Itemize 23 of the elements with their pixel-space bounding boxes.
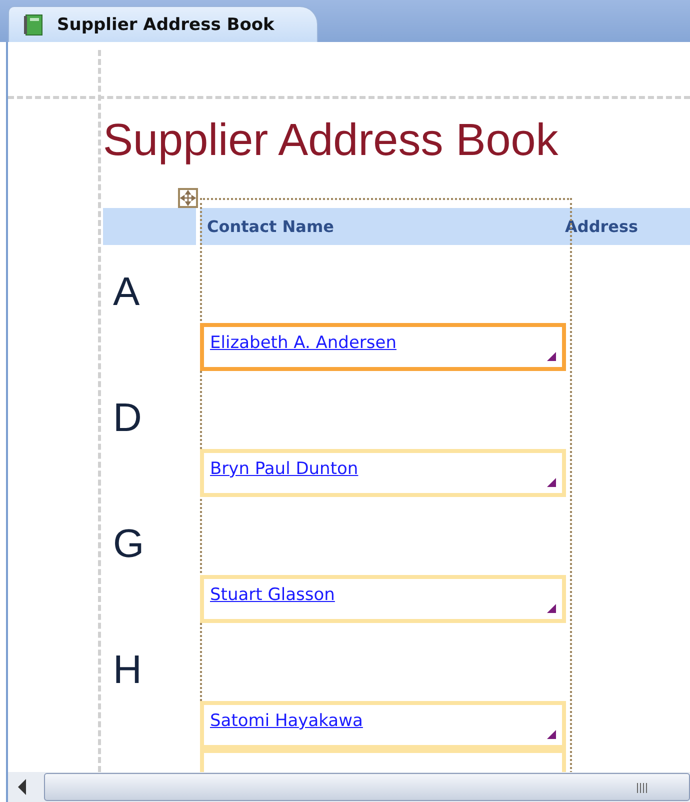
contact-field[interactable]: Elizabeth A. Andersen: [200, 323, 566, 371]
contact-link[interactable]: Elizabeth A. Andersen: [210, 333, 396, 353]
group-letter: D: [113, 396, 142, 440]
contact-field[interactable]: Stuart Glasson: [200, 575, 566, 623]
corner-marker-icon: [547, 730, 556, 739]
group-letter: G: [113, 522, 144, 566]
document-tab[interactable]: Supplier Address Book: [8, 6, 318, 42]
column-header: Contact Name: [206, 216, 335, 238]
column-header: Address: [564, 216, 640, 238]
contact-link[interactable]: Bryn Paul Dunton: [210, 459, 358, 479]
corner-marker-icon: [547, 604, 556, 613]
move-handle-icon[interactable]: [178, 188, 198, 208]
contact-link[interactable]: Satomi Hayakawa: [210, 711, 363, 731]
report-title: Supplier Address Book: [103, 113, 560, 167]
book-icon: [23, 14, 43, 36]
contact-link[interactable]: Stuart Glasson: [210, 585, 335, 605]
contact-field[interactable]: Bryn Paul Dunton: [200, 449, 566, 497]
corner-marker-icon: [547, 352, 556, 361]
contact-field[interactable]: Satomi Hayakawa: [200, 701, 566, 749]
group-letter: A: [113, 270, 140, 314]
group-letter: H: [113, 648, 142, 692]
scroll-left-icon[interactable]: [18, 779, 26, 795]
corner-marker-icon: [547, 478, 556, 487]
